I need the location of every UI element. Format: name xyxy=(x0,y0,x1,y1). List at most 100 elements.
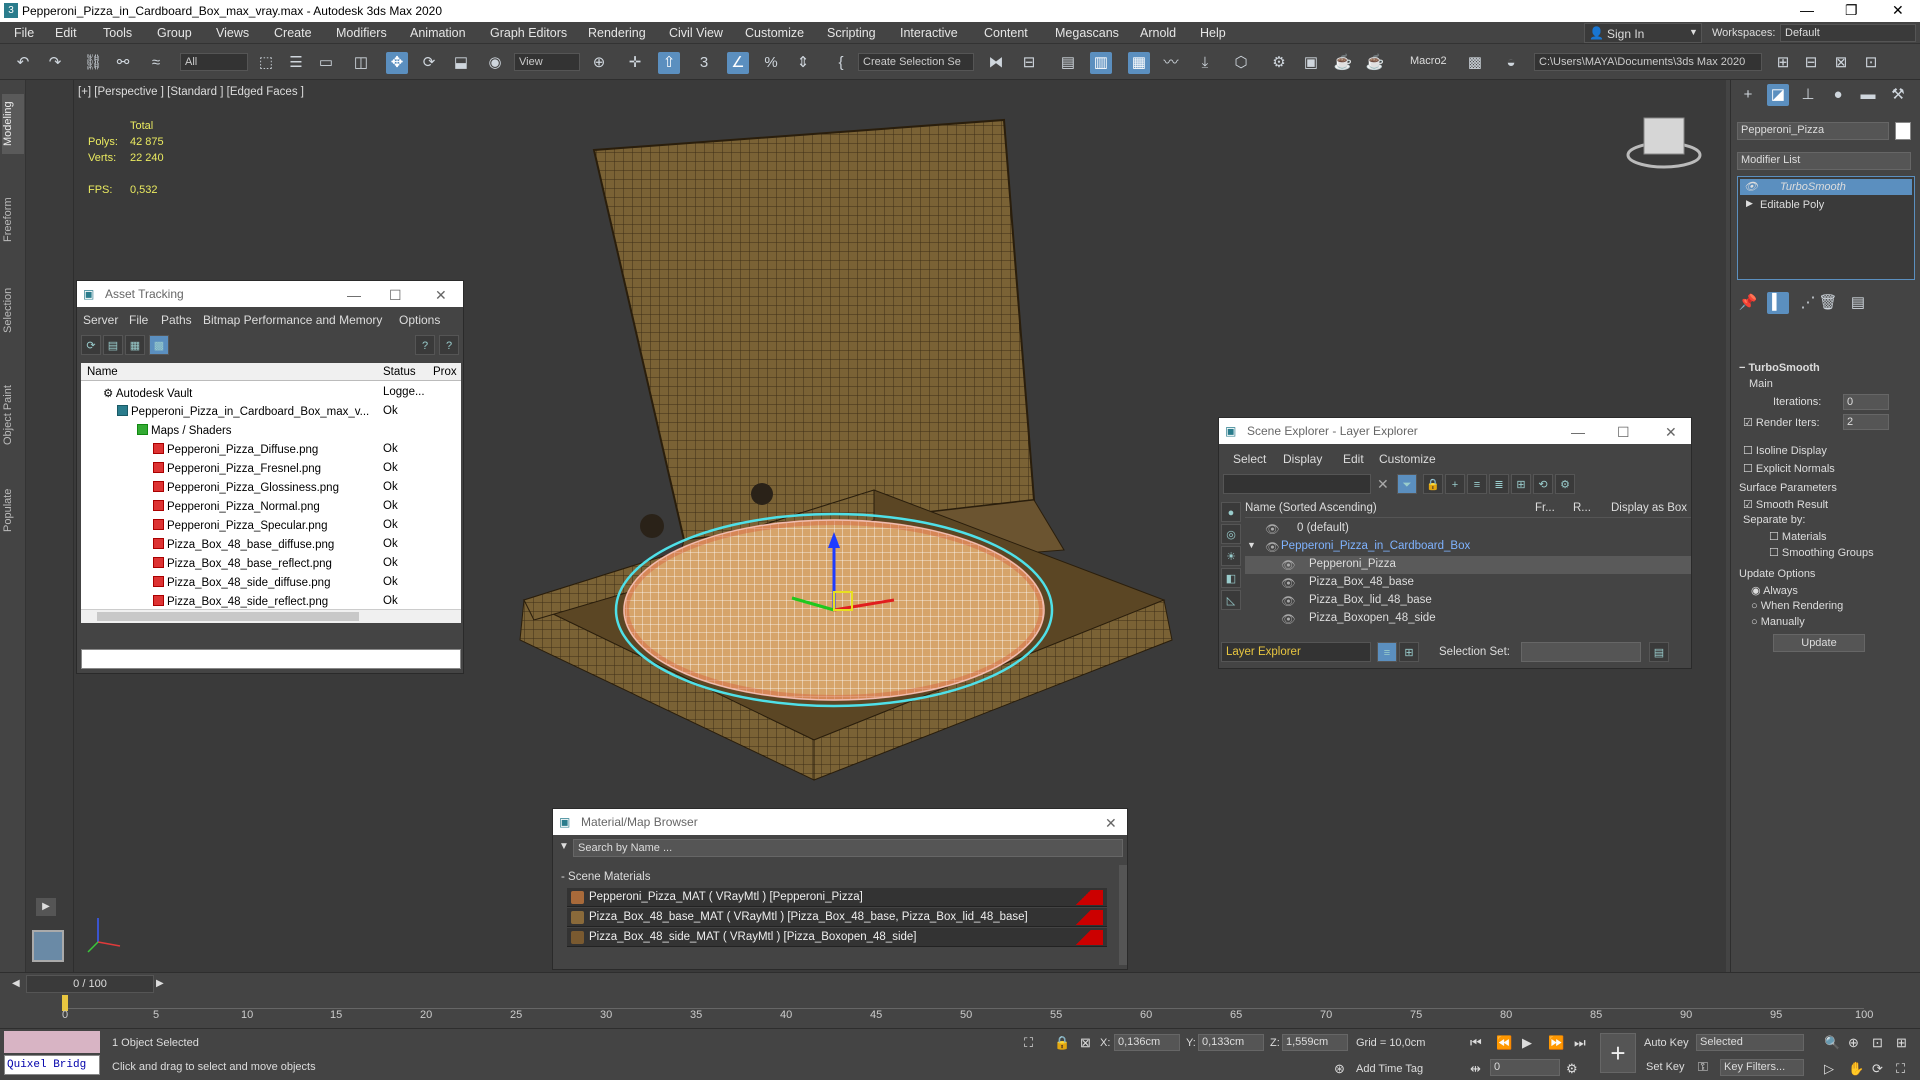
next-frame-icon[interactable]: ▶ xyxy=(156,978,164,989)
material-row[interactable]: Pizza_Box_48_base_MAT ( VRayMtl ) [Pizza… xyxy=(567,908,1107,927)
isolate-icon[interactable]: ⛶ xyxy=(1024,1035,1033,1051)
object-row[interactable]: 👁 Pizza_Box_lid_48_base xyxy=(1245,592,1691,610)
display-lights-icon[interactable]: ☀ xyxy=(1221,546,1241,566)
zoom-extents-icon[interactable]: ⊡ xyxy=(1872,1035,1883,1051)
next-key-icon[interactable]: ⏩ xyxy=(1548,1035,1564,1051)
workspace-select[interactable]: Default xyxy=(1780,24,1916,42)
link-icon[interactable]: ⛓ xyxy=(82,52,104,74)
zoom-extents-all-icon[interactable]: ⊞ xyxy=(1896,1035,1907,1051)
eye-icon[interactable]: 👁 xyxy=(1281,576,1296,590)
menu-modifiers[interactable]: Modifiers xyxy=(336,26,387,40)
rollout-turbosmooth[interactable]: − TurboSmooth xyxy=(1739,362,1820,374)
field-of-view-icon[interactable]: ▷ xyxy=(1824,1061,1834,1077)
smooth-result-checkbox[interactable]: ☑ Smooth Result xyxy=(1743,498,1828,511)
menu-scripting[interactable]: Scripting xyxy=(827,26,876,40)
table-row[interactable]: Pizza_Box_48_side_diffuse.png Ok xyxy=(81,573,461,592)
key-filters-button[interactable]: Key Filters... xyxy=(1720,1059,1804,1076)
eye-icon[interactable]: 👁 xyxy=(1281,594,1296,608)
prev-frame-icon[interactable]: ◀ xyxy=(12,978,20,989)
menu-file[interactable]: File xyxy=(14,26,34,40)
table-row[interactable]: Pizza_Box_48_base_reflect.png Ok xyxy=(81,554,461,573)
table-view-icon[interactable]: ▦ xyxy=(125,335,145,355)
help-context-icon[interactable]: ? xyxy=(439,335,459,355)
quixel-bridge-field[interactable]: Quixel Bridg xyxy=(4,1055,100,1075)
material-browser-titlebar[interactable]: ▣ Material/Map Browser ✕ xyxy=(553,809,1127,835)
material-editor-icon[interactable]: ⬡ xyxy=(1230,52,1252,74)
smoothing-groups-checkbox[interactable]: ☐ Smoothing Groups xyxy=(1769,546,1874,559)
table-row[interactable]: Pepperoni_Pizza_Normal.png Ok xyxy=(81,497,461,516)
display-geometry-icon[interactable]: ◎ xyxy=(1221,524,1241,544)
object-row[interactable]: 👁 Pizza_Boxopen_48_side xyxy=(1245,610,1691,628)
pin-stack-icon[interactable]: 📌 xyxy=(1737,292,1759,314)
sign-in-button[interactable]: 👤 Sign In ▼ xyxy=(1584,23,1702,43)
project-folder-icon[interactable]: ⊞ xyxy=(1772,52,1794,74)
hierarchy-tab-icon[interactable]: ⊥ xyxy=(1797,84,1819,106)
menu-customize[interactable]: Customize xyxy=(1379,452,1436,466)
menu-server[interactable]: Server xyxy=(83,313,118,327)
align-icon[interactable]: ⊟ xyxy=(1018,52,1040,74)
column-name[interactable]: Name (Sorted Ascending) xyxy=(1245,502,1377,514)
tab-object-paint[interactable]: Object Paint xyxy=(2,370,24,460)
menu-megascans[interactable]: Megascans xyxy=(1055,26,1119,40)
menu-tools[interactable]: Tools xyxy=(103,26,132,40)
current-frame-field[interactable]: 0 xyxy=(1490,1059,1560,1076)
edit-selection-set-icon[interactable]: ▤ xyxy=(1649,642,1669,662)
asset-path-field[interactable] xyxy=(81,649,461,669)
utilities-tab-icon[interactable]: ⚒ xyxy=(1887,84,1909,106)
add-time-tag[interactable]: Add Time Tag xyxy=(1356,1063,1423,1075)
named-selection-icon[interactable]: { xyxy=(830,52,852,74)
hierarchy-toggle-icon[interactable]: ⊞ xyxy=(1399,642,1419,662)
tab-selection[interactable]: Selection xyxy=(2,280,24,340)
explicit-normals-checkbox[interactable]: ☐ Explicit Normals xyxy=(1743,462,1835,475)
modify-tab-icon[interactable]: ◪ xyxy=(1767,84,1789,106)
menu-views[interactable]: Views xyxy=(216,26,249,40)
selection-lock-icon[interactable]: 🔒 xyxy=(1054,1035,1070,1051)
filter-icon[interactable]: ⏷ xyxy=(1397,474,1417,494)
close-icon[interactable]: ✕ xyxy=(1105,815,1117,832)
select-object-icon[interactable]: ⬚ xyxy=(255,52,277,74)
menu-graph-editors[interactable]: Graph Editors xyxy=(490,26,567,40)
time-slider[interactable]: 0 / 100 xyxy=(26,975,154,993)
angle-snap-icon[interactable]: ∠ xyxy=(727,52,749,74)
project-switch-icon[interactable]: ⊡ xyxy=(1860,52,1882,74)
horizontal-scrollbar[interactable] xyxy=(81,609,461,623)
display-cameras-icon[interactable]: ◧ xyxy=(1221,568,1241,588)
column-proxy[interactable]: Prox xyxy=(433,366,457,378)
menu-edit[interactable]: Edit xyxy=(1343,452,1364,466)
project-new-icon[interactable]: ⊟ xyxy=(1800,52,1822,74)
table-row[interactable]: Pepperoni_Pizza_Fresnel.png Ok xyxy=(81,459,461,478)
hierarchy-icon[interactable]: ⊞ xyxy=(1511,474,1531,494)
column-name[interactable]: Name xyxy=(87,366,118,378)
rect-selection-icon[interactable]: ▭ xyxy=(315,52,337,74)
sync-icon[interactable]: ⟲ xyxy=(1533,474,1553,494)
project-path-select[interactable]: C:\Users\MAYA\Documents\3ds Max 2020 xyxy=(1534,53,1762,71)
display-objects-icon[interactable]: ● xyxy=(1221,502,1241,522)
scene-search-input[interactable] xyxy=(1223,474,1371,494)
unlink-icon[interactable]: ⚯ xyxy=(112,52,134,74)
scene-explorer-icon[interactable]: ▤ xyxy=(1057,52,1079,74)
explorer-type-select[interactable]: Layer Explorer xyxy=(1221,642,1371,662)
select-manipulate-icon[interactable]: ✛ xyxy=(624,52,646,74)
column-display-as-box[interactable]: Display as Box xyxy=(1611,502,1687,514)
menu-bitmap-performance[interactable]: Bitmap Performance and Memory xyxy=(203,313,382,327)
new-layer-icon[interactable]: + xyxy=(1445,474,1465,494)
layers-icon[interactable]: ≡ xyxy=(1467,474,1487,494)
orbit-icon[interactable]: ⟳ xyxy=(1872,1061,1883,1077)
selection-set-select[interactable]: Create Selection Se xyxy=(858,53,974,71)
object-row[interactable]: 👁 Pizza_Box_48_base xyxy=(1245,574,1691,592)
selection-set-dropdown[interactable] xyxy=(1521,642,1641,662)
select-scale-icon[interactable]: ⬓ xyxy=(450,52,472,74)
menu-civil-view[interactable]: Civil View xyxy=(669,26,723,40)
menu-edit[interactable]: Edit xyxy=(55,26,77,40)
menu-customize[interactable]: Customize xyxy=(745,26,804,40)
column-status[interactable]: Status xyxy=(383,366,416,378)
object-color-swatch[interactable] xyxy=(1895,122,1911,140)
viewport-label[interactable]: [+] [Perspective ] [Standard ] [Edged Fa… xyxy=(78,86,304,98)
auto-key-button[interactable]: Auto Key xyxy=(1644,1037,1689,1049)
y-coordinate-field[interactable]: 0,133cm xyxy=(1198,1034,1264,1051)
render-production-icon[interactable]: ☕ xyxy=(1332,52,1354,74)
update-when-rendering-radio[interactable]: ○ When Rendering xyxy=(1751,600,1843,612)
menu-paths[interactable]: Paths xyxy=(161,313,192,327)
tab-modeling[interactable]: Modeling xyxy=(2,94,24,154)
column-freeze[interactable]: Fr... xyxy=(1535,502,1555,514)
